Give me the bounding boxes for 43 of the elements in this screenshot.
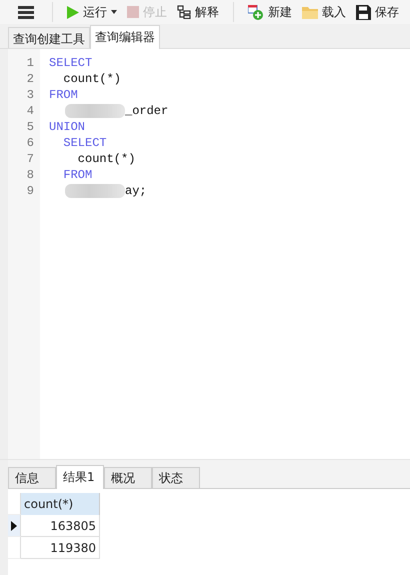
line-number: 1 <box>26 56 35 70</box>
line-number: 7 <box>26 152 35 166</box>
column-header[interactable]: count(*) <box>21 493 100 515</box>
blurred-patch <box>65 184 125 198</box>
play-icon <box>67 6 79 18</box>
code-text: count(*) <box>62 72 122 86</box>
code-text: _order <box>125 104 168 118</box>
code-text: FROM <box>62 168 92 182</box>
result-tab[interactable]: 状态 <box>152 467 200 488</box>
code-text: SELECT <box>62 136 107 150</box>
new-table-icon <box>248 4 264 20</box>
editor-tab[interactable]: 查询编辑器 <box>90 25 160 49</box>
result-tab[interactable]: 信息 <box>8 467 56 488</box>
table-cell: 119380 <box>21 537 100 559</box>
stop-icon <box>127 6 139 18</box>
save-button[interactable]: 保存 <box>354 1 401 23</box>
editor-tab[interactable]: 查询创建工具 <box>8 27 90 48</box>
line-number: 9 <box>26 184 35 198</box>
table-cell: 163805 <box>21 515 100 537</box>
diagram-icon <box>177 5 191 19</box>
load-button[interactable]: 载入 <box>300 1 348 23</box>
result-tab[interactable]: 结果1 <box>56 465 104 489</box>
code-text: FROM <box>49 88 78 102</box>
folder-icon <box>302 6 318 18</box>
menu-icon <box>18 6 34 18</box>
explain-button[interactable]: 解释 <box>175 1 221 23</box>
line-number: 8 <box>26 168 35 182</box>
code-text: UNION <box>49 120 86 134</box>
line-number: 4 <box>26 104 35 118</box>
current-row-icon <box>11 520 17 530</box>
new-button[interactable]: 新建 <box>246 1 294 23</box>
run-button[interactable]: 运行 <box>65 1 119 23</box>
line-number: 3 <box>26 88 35 102</box>
code-text: SELECT <box>49 56 92 70</box>
row-selector[interactable] <box>8 515 21 537</box>
code-text: ay; <box>125 184 147 198</box>
line-number: 6 <box>26 136 35 150</box>
line-number: 2 <box>26 72 35 86</box>
blurred-patch <box>65 104 125 118</box>
caret-icon <box>111 10 117 14</box>
result-tab[interactable]: 概况 <box>104 467 152 488</box>
line-number: 5 <box>26 120 35 134</box>
code-text: count(*) <box>76 152 136 166</box>
